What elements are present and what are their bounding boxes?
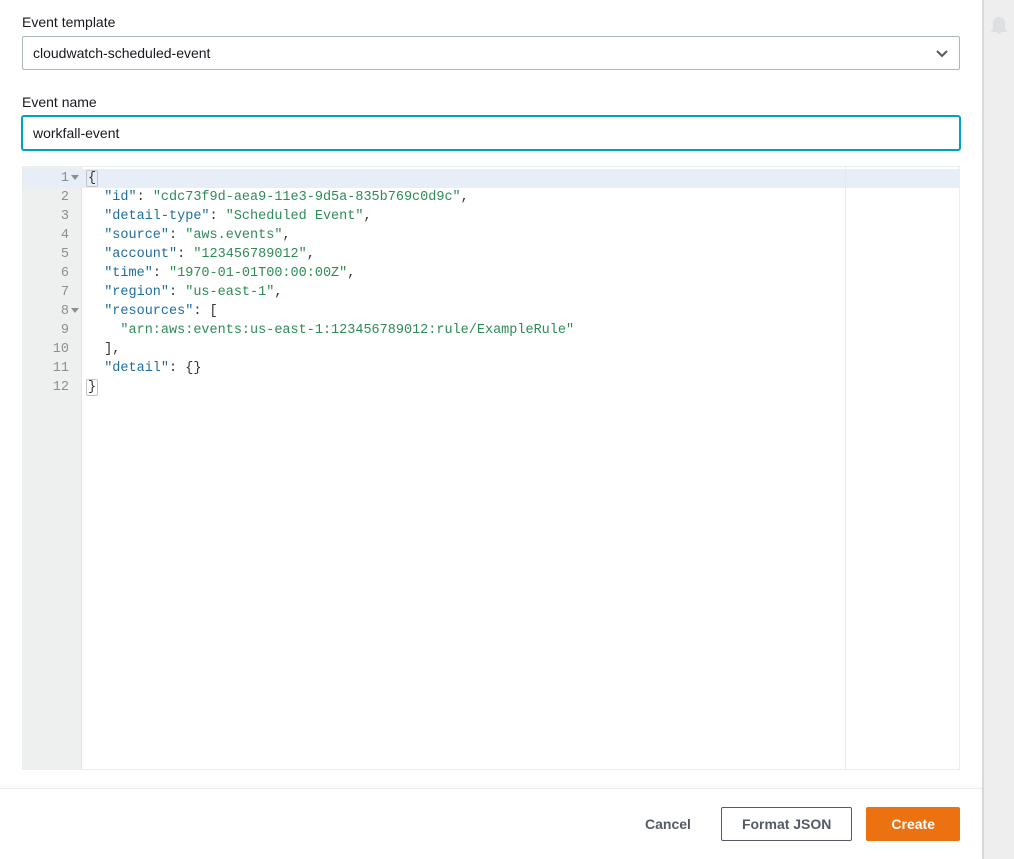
code-line[interactable]: "resources": [ (88, 302, 959, 321)
line-number: 12 (23, 378, 69, 397)
format-json-button[interactable]: Format JSON (721, 807, 852, 841)
line-number: 6 (23, 264, 69, 283)
line-number: 11 (23, 359, 69, 378)
configure-test-event-modal: Event template cloudwatch-scheduled-even… (0, 0, 983, 859)
create-button[interactable]: Create (866, 807, 960, 841)
code-line[interactable]: "arn:aws:events:us-east-1:123456789012:r… (88, 321, 959, 340)
modal-footer: Cancel Format JSON Create (0, 788, 982, 859)
line-number: 8 (23, 302, 69, 321)
event-template-select[interactable]: cloudwatch-scheduled-event (22, 36, 960, 70)
bell-icon (990, 14, 1008, 859)
line-number: 5 (23, 245, 69, 264)
code-line[interactable]: "detail-type": "Scheduled Event", (88, 207, 959, 226)
code-line[interactable]: "account": "123456789012", (88, 245, 959, 264)
event-template-value[interactable]: cloudwatch-scheduled-event (22, 36, 960, 70)
line-number: 10 (23, 340, 69, 359)
event-json-editor[interactable]: 1 2345678 9101112 { "id": "cdc73f9d-aea9… (22, 166, 960, 770)
editor-gutter: 1 2345678 9101112 (23, 167, 82, 769)
line-number: 4 (23, 226, 69, 245)
event-name-label: Event name (22, 94, 960, 110)
right-side-panel (983, 0, 1014, 859)
code-line[interactable]: ], (88, 340, 959, 359)
line-number: 3 (23, 207, 69, 226)
event-name-input[interactable] (22, 116, 960, 150)
code-line[interactable]: } (88, 378, 959, 397)
code-line[interactable]: { (88, 169, 959, 188)
code-line[interactable]: "region": "us-east-1", (88, 283, 959, 302)
line-number: 1 (23, 169, 69, 188)
line-number: 7 (23, 283, 69, 302)
code-line[interactable]: "source": "aws.events", (88, 226, 959, 245)
line-number: 2 (23, 188, 69, 207)
code-line[interactable]: "time": "1970-01-01T00:00:00Z", (88, 264, 959, 283)
code-line[interactable]: "detail": {} (88, 359, 959, 378)
cancel-button[interactable]: Cancel (629, 808, 707, 840)
code-line[interactable]: "id": "cdc73f9d-aea9-11e3-9d5a-835b769c0… (88, 188, 959, 207)
event-template-label: Event template (22, 14, 960, 30)
editor-code-area[interactable]: { "id": "cdc73f9d-aea9-11e3-9d5a-835b769… (82, 167, 959, 769)
line-number: 9 (23, 321, 69, 340)
